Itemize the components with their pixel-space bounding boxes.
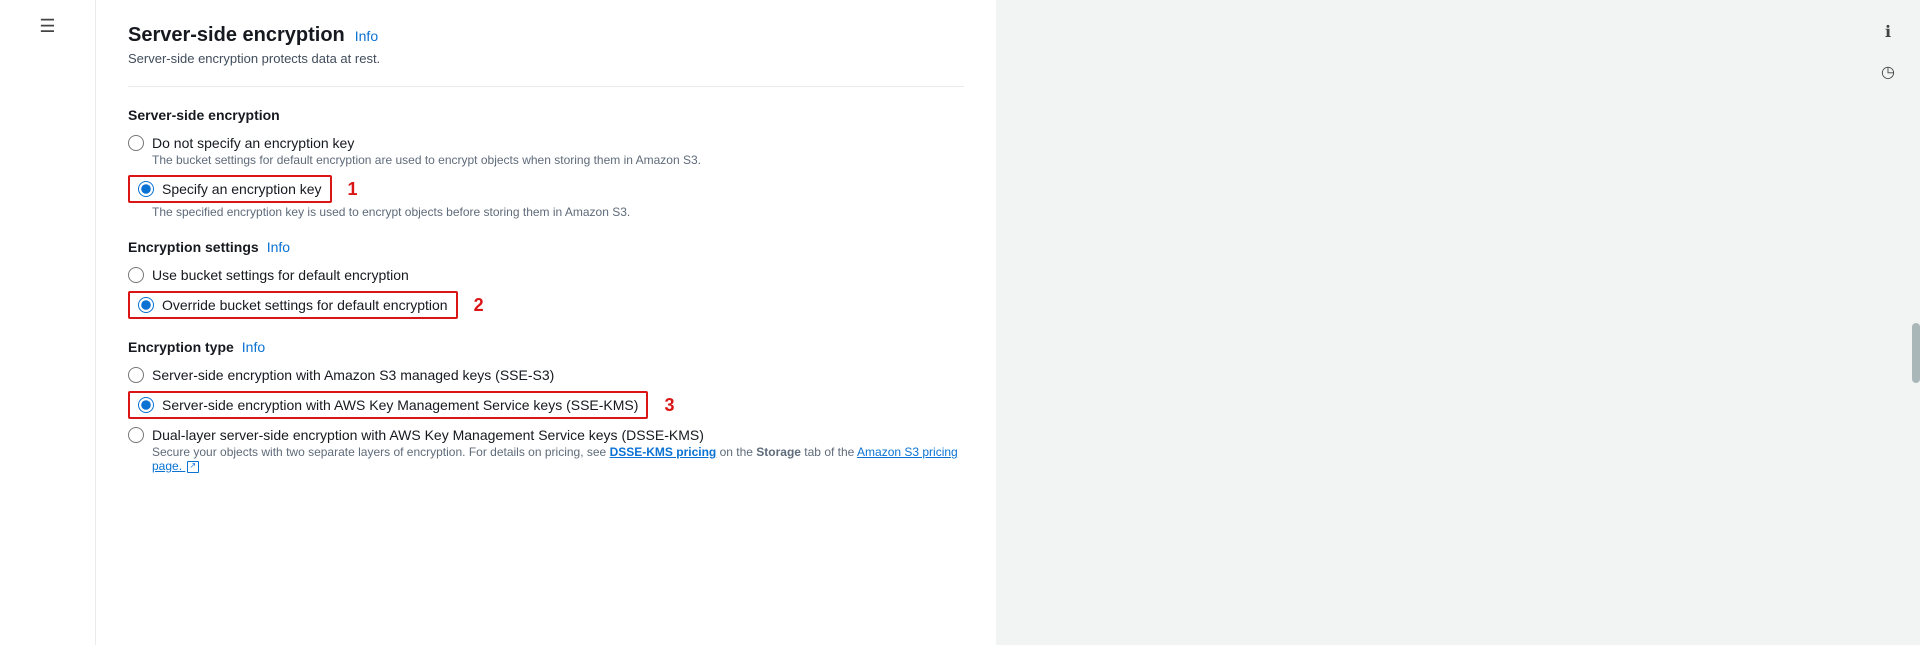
sse-option-no-key: Do not specify an encryption key The buc…	[128, 135, 964, 167]
enc-use-bucket-radio[interactable]	[128, 267, 144, 283]
enc-dsse-kms-option: Dual-layer server-side encryption with A…	[128, 427, 964, 473]
enc-use-bucket-option: Use bucket settings for default encrypti…	[128, 267, 964, 283]
enc-sse-s3-radio[interactable]	[128, 367, 144, 383]
app-layout: ☰ Server-side encryption Info Server-sid…	[0, 0, 1920, 645]
sidebar: ☰	[0, 0, 96, 645]
enc-settings-title-row: Encryption settings Info	[128, 239, 964, 255]
enc-sse-kms-row: Server-side encryption with AWS Key Mana…	[128, 391, 964, 419]
enc-override-bucket-option: Override bucket settings for default enc…	[128, 291, 964, 319]
panel-title: Server-side encryption	[128, 24, 345, 47]
sse-specify-key-label: Specify an encryption key	[162, 181, 322, 197]
enc-sse-kms-radio[interactable]	[138, 397, 154, 413]
sse-radio-group: Do not specify an encryption key The buc…	[128, 135, 964, 219]
sse-no-key-label: Do not specify an encryption key	[152, 135, 354, 151]
main-content: Server-side encryption Info Server-side …	[96, 0, 1920, 645]
panel-subtitle: Server-side encryption protects data at …	[128, 51, 964, 66]
enc-type-title: Encryption type	[128, 339, 234, 355]
sse-specify-key-row: Specify an encryption key 1	[128, 175, 964, 203]
external-link-icon	[187, 461, 199, 473]
enc-settings-info-link[interactable]: Info	[267, 239, 290, 255]
enc-sse-s3-label: Server-side encryption with Amazon S3 ma…	[152, 367, 554, 383]
enc-settings-title: Encryption settings	[128, 239, 259, 255]
enc-sse-kms-highlight: Server-side encryption with AWS Key Mana…	[128, 391, 648, 419]
scrollbar-track[interactable]	[1912, 0, 1920, 645]
sse-specify-key-desc: The specified encryption key is used to …	[152, 205, 964, 219]
enc-sse-kms-option: Server-side encryption with AWS Key Mana…	[128, 391, 964, 419]
dsse-kms-pricing-link[interactable]: DSSE-KMS pricing	[610, 445, 717, 459]
enc-dsse-kms-label: Dual-layer server-side encryption with A…	[152, 427, 704, 443]
enc-type-info-link[interactable]: Info	[242, 339, 265, 355]
history-icon-btn[interactable]: ◷	[1872, 56, 1904, 88]
sse-section-title: Server-side encryption	[128, 107, 964, 123]
enc-sse-s3-option: Server-side encryption with Amazon S3 ma…	[128, 367, 964, 383]
sse-specify-key-radio[interactable]	[138, 181, 154, 197]
sse-section: Server-side encryption Do not specify an…	[128, 107, 964, 219]
section-divider-1	[128, 86, 964, 87]
enc-override-bucket-row: Override bucket settings for default enc…	[128, 291, 964, 319]
enc-settings-section: Encryption settings Info Use bucket sett…	[128, 239, 964, 319]
panel-info-link[interactable]: Info	[355, 28, 378, 44]
enc-use-bucket-label: Use bucket settings for default encrypti…	[152, 267, 409, 283]
enc-type-radio-group: Server-side encryption with Amazon S3 ma…	[128, 367, 964, 473]
enc-type-title-row: Encryption type Info	[128, 339, 964, 355]
enc-settings-radio-group: Use bucket settings for default encrypti…	[128, 267, 964, 319]
enc-override-bucket-label: Override bucket settings for default enc…	[162, 297, 448, 313]
storage-tab-text: Storage	[756, 445, 801, 459]
enc-dsse-kms-desc: Secure your objects with two separate la…	[152, 445, 964, 473]
enc-use-bucket-row: Use bucket settings for default encrypti…	[128, 267, 964, 283]
panel-header: Server-side encryption Info	[128, 24, 964, 47]
enc-override-bucket-highlight: Override bucket settings for default enc…	[128, 291, 458, 319]
content-panel: Server-side encryption Info Server-side …	[96, 0, 996, 645]
annotation-3: 3	[664, 395, 674, 416]
sse-option-specify-key: Specify an encryption key 1 The specifie…	[128, 175, 964, 219]
annotation-2: 2	[474, 295, 484, 316]
s3-pricing-page-link[interactable]: Amazon S3 pricing page.	[152, 445, 958, 473]
info-icon-btn[interactable]: ℹ	[1872, 16, 1904, 48]
enc-override-bucket-radio[interactable]	[138, 297, 154, 313]
enc-dsse-kms-radio[interactable]	[128, 427, 144, 443]
enc-dsse-kms-row: Dual-layer server-side encryption with A…	[128, 427, 964, 443]
right-icons-panel: ℹ ◷	[1872, 16, 1904, 88]
sse-no-key-row: Do not specify an encryption key	[128, 135, 964, 151]
hamburger-icon[interactable]: ☰	[39, 16, 55, 37]
sse-no-key-radio[interactable]	[128, 135, 144, 151]
enc-sse-s3-row: Server-side encryption with Amazon S3 ma…	[128, 367, 964, 383]
sse-no-key-desc: The bucket settings for default encrypti…	[152, 153, 964, 167]
annotation-1: 1	[348, 179, 358, 200]
scrollbar-thumb[interactable]	[1912, 323, 1920, 383]
enc-type-section: Encryption type Info Server-side encrypt…	[128, 339, 964, 473]
enc-sse-kms-label: Server-side encryption with AWS Key Mana…	[162, 397, 638, 413]
sse-specify-key-highlight: Specify an encryption key	[128, 175, 332, 203]
